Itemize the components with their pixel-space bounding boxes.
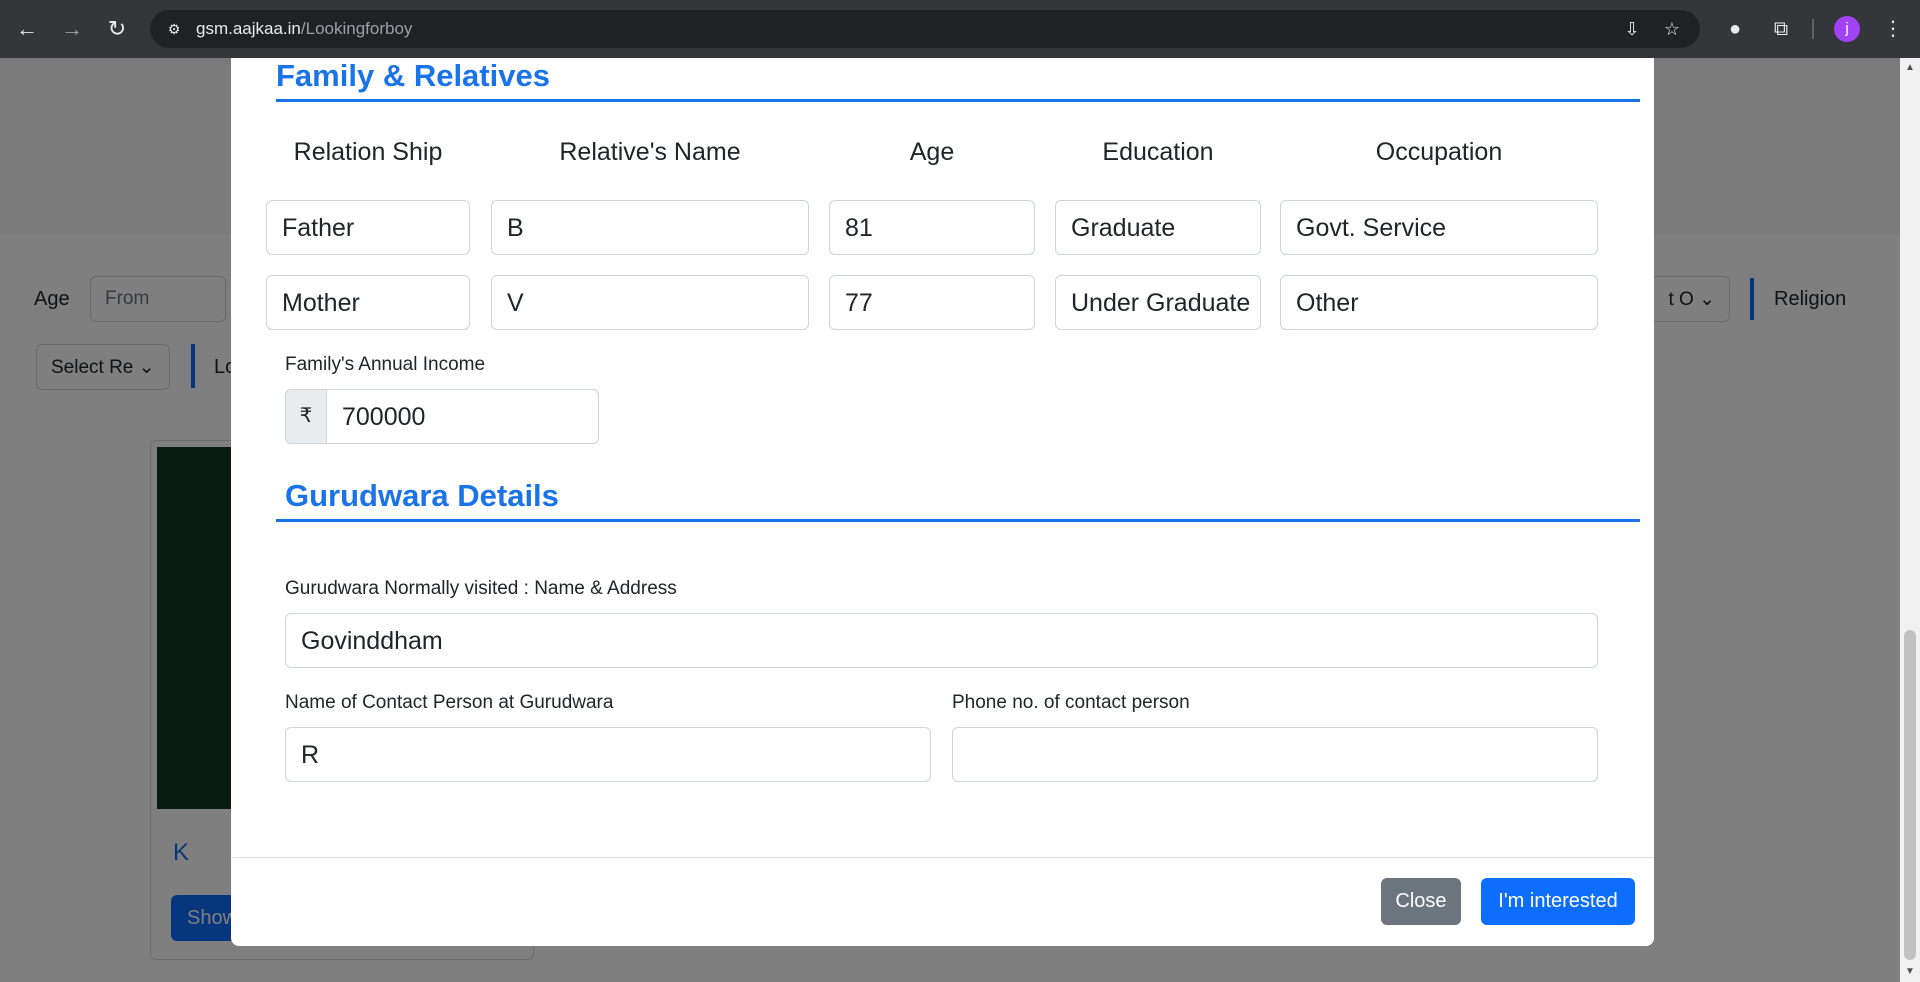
column-header-education: Education <box>1102 138 1214 166</box>
scrollbar-thumb[interactable] <box>1904 630 1916 960</box>
relative-age-field[interactable]: 77 <box>829 275 1035 330</box>
close-button[interactable]: Close <box>1381 878 1461 925</box>
annual-income-input[interactable]: 700000 <box>326 389 599 444</box>
extension-icon[interactable]: ● <box>1720 14 1750 44</box>
forward-arrow-icon[interactable]: → <box>57 14 87 44</box>
menu-kebab-icon[interactable]: ⋮ <box>1878 14 1908 44</box>
site-settings-icon[interactable]: ⚙ <box>164 19 184 39</box>
relative-relationship-field[interactable]: Father <box>266 200 470 255</box>
address-bar[interactable]: ⚙ gsm.aajkaa.in/Lookingforboy ⇩ ☆ <box>150 10 1700 48</box>
contact-person-name-label: Name of Contact Person at Gurudwara <box>285 692 614 713</box>
gurudwara-section-rule <box>276 519 1640 522</box>
family-section-title: Family & Relatives <box>276 58 550 93</box>
puzzle-extensions-icon[interactable]: ⧉ <box>1766 14 1796 44</box>
scroll-up-icon[interactable]: ▲ <box>1900 60 1920 76</box>
profile-avatar[interactable]: j <box>1834 16 1860 42</box>
page-scrollbar[interactable]: ▲ ▼ <box>1900 58 1920 982</box>
modal-footer: Close I'm interested <box>231 857 1654 946</box>
relative-occupation-field[interactable]: Govt. Service <box>1280 200 1598 255</box>
contact-person-name-input[interactable]: R <box>285 727 931 782</box>
family-section-rule <box>276 99 1640 102</box>
url-path: /Lookingforboy <box>300 19 413 38</box>
contact-phone-label: Phone no. of contact person <box>952 692 1190 713</box>
back-arrow-icon[interactable]: ← <box>12 14 42 44</box>
browser-toolbar: ← → ↻ ⚙ gsm.aajkaa.in/Lookingforboy ⇩ ☆ … <box>0 0 1920 58</box>
toolbar-divider <box>1812 19 1814 39</box>
url-text[interactable]: gsm.aajkaa.in/Lookingforboy <box>196 19 412 39</box>
relative-relationship-field[interactable]: Mother <box>266 275 470 330</box>
relative-name-field[interactable]: V <box>491 275 809 330</box>
column-header-occupation: Occupation <box>1375 138 1503 166</box>
column-header-relationship: Relation Ship <box>293 138 443 166</box>
reload-icon[interactable]: ↻ <box>102 14 132 44</box>
relative-age-field[interactable]: 81 <box>829 200 1035 255</box>
relative-occupation-field[interactable]: Other <box>1280 275 1598 330</box>
profile-details-modal: Family & Relatives Relation Ship Relativ… <box>231 58 1654 946</box>
scroll-down-icon[interactable]: ▼ <box>1900 964 1920 980</box>
gurudwara-name-address-input[interactable]: Govinddham <box>285 613 1598 668</box>
relative-education-field[interactable]: Under Graduate <box>1055 275 1261 330</box>
contact-phone-input[interactable] <box>952 727 1598 782</box>
relative-name-field[interactable]: B <box>491 200 809 255</box>
annual-income-label: Family's Annual Income <box>285 354 486 375</box>
rupee-currency-addon: ₹ <box>285 389 327 444</box>
relative-education-field[interactable]: Graduate <box>1055 200 1261 255</box>
gurudwara-name-address-label: Gurudwara Normally visited : Name & Addr… <box>285 578 677 599</box>
column-header-relative-name: Relative's Name <box>559 138 741 166</box>
gurudwara-section-title: Gurudwara Details <box>285 478 559 513</box>
interested-button[interactable]: I'm interested <box>1481 878 1635 925</box>
install-app-icon[interactable]: ⇩ <box>1620 17 1644 41</box>
bookmark-star-icon[interactable]: ☆ <box>1660 17 1684 41</box>
url-host: gsm.aajkaa.in <box>196 19 301 38</box>
column-header-age: Age <box>909 138 955 166</box>
